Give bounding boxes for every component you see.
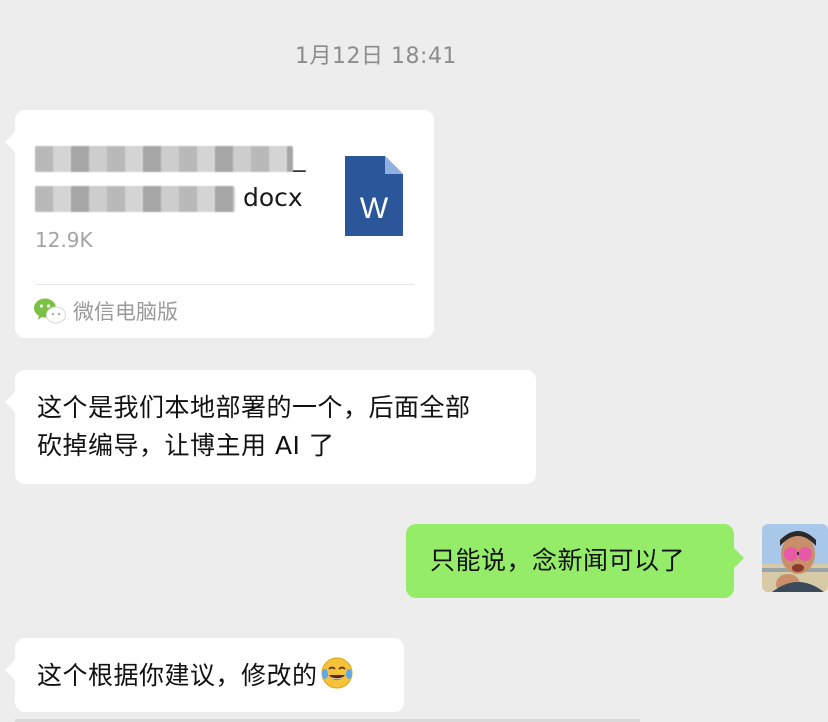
file-name: _ docx <box>35 138 335 218</box>
avatar-photo <box>762 524 828 592</box>
source-label: 微信电脑版 <box>73 300 178 324</box>
message-text-line: 这个是我们本地部署的一个，后面全部 <box>37 393 471 422</box>
message-text: 只能说，念新闻可以了 <box>430 546 686 575</box>
outgoing-message[interactable]: 只能说，念新闻可以了 <box>406 524 744 598</box>
file-size: 12.9K <box>35 228 93 252</box>
file-source: 微信电脑版 <box>33 296 178 326</box>
incoming-message[interactable]: 这个根据你建议，修改的 <box>5 638 404 712</box>
word-icon-letter: W <box>360 192 389 225</box>
card-divider <box>35 284 414 285</box>
message-text-line: 砍掉编导，让博主用 AI 了 <box>37 431 335 460</box>
tears-of-joy-emoji-icon <box>321 657 353 689</box>
file-extension: docx <box>242 183 303 212</box>
redacted-filename-part <box>35 146 293 172</box>
redacted-filename-part <box>35 186 235 212</box>
message-text: 这个根据你建议，修改的 <box>37 661 318 690</box>
file-message-card[interactable]: _ docx 12.9K W 微信电脑版 <box>5 110 434 338</box>
wechat-icon <box>34 298 66 324</box>
message-timestamp: 1月12日 18:41 <box>295 44 457 69</box>
incoming-message[interactable]: 这个是我们本地部署的一个，后面全部 砍掉编导，让博主用 AI 了 <box>5 370 536 484</box>
avatar[interactable] <box>762 524 828 592</box>
word-doc-icon: W <box>345 156 403 236</box>
